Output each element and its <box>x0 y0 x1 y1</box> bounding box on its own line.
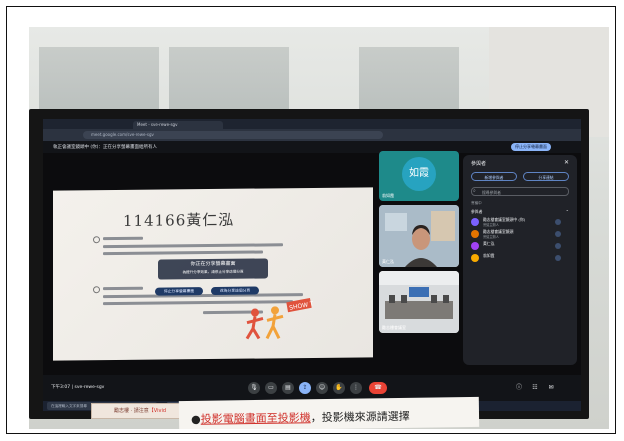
participant-role: 會議主辦人 <box>483 235 499 239</box>
avatar <box>471 230 479 238</box>
mic-icon <box>555 231 561 237</box>
mic-icon <box>555 243 561 249</box>
raise-hand-icon[interactable]: ✋ <box>333 382 345 394</box>
instruction-highlight: 投影電腦畫面至投影機 <box>200 411 311 426</box>
present-icon[interactable]: ⇪ <box>299 382 311 394</box>
runners-illustration: SHOW TIME <box>245 297 313 340</box>
participant-name: 翁如霞 <box>483 253 495 258</box>
instruction-text: ●投影電腦畫面至投影機，投影機來源請選擇 <box>191 408 410 427</box>
meet-status-text: 執正會議室鏡頭中 (你)：正在分享螢幕畫面給所有人 <box>53 145 157 150</box>
label-sticker: 勵志樓 · 請注意【Vivid <box>91 403 189 419</box>
meeting-controls: 下午3:07 | sve-rewe-sgv 🎙 ▭ ▤ ⇪ ☺ ✋ ⋮ ☎ ⓘ … <box>43 375 581 401</box>
camera-icon[interactable]: ▭ <box>265 382 277 394</box>
participant-tile[interactable]: 如霞 翁如霞 <box>379 151 459 201</box>
sharing-notice: 你正在分享螢幕畫面 為提升分享效果，請停止分享這個分頁 <box>158 258 268 280</box>
instruction-sign: ●投影電腦畫面至投影機，投影機來源請選擇 <box>178 396 480 429</box>
tile-name: 勵志樓會議室 <box>382 325 406 330</box>
instruction-rest: ，投影機來源請選擇 <box>310 409 410 425</box>
search-participants-input[interactable]: 搜尋參與者 <box>471 187 569 196</box>
participant-row[interactable]: 勵志樓會議室鏡頭中 (你) 會議主辦人 <box>471 217 569 227</box>
participant-role: 會議主辦人 <box>483 223 499 227</box>
info-icon[interactable]: ⓘ <box>513 382 525 394</box>
slide-title: 114166黃仁泓 <box>123 210 235 230</box>
stop-share-pill[interactable]: 停止分享螢幕畫面 <box>155 287 203 296</box>
chevron-up-icon[interactable]: ⌃ <box>566 209 569 214</box>
section-label: 會議中 <box>471 201 482 205</box>
photo-frame: Meet - sve-rewe-sgv meet.google.com/sve-… <box>6 6 616 434</box>
slide-text-line <box>103 243 283 249</box>
end-call-icon[interactable]: ☎ <box>369 382 387 394</box>
share-link-button[interactable]: 分享連結 <box>523 172 569 181</box>
avatar <box>471 242 479 250</box>
slide-text-line <box>103 250 263 256</box>
participants-panel: 參與者 ✕ 新增參與者 分享連結 搜尋參與者 ⌕ 會議中 參與者 ⌃ 勵志樓會議… <box>463 155 577 365</box>
bullet-icon <box>93 286 100 294</box>
room-video <box>379 271 459 333</box>
captions-icon[interactable]: ▤ <box>282 382 294 394</box>
slide-text-line <box>103 286 143 291</box>
people-icon[interactable]: ☷ <box>529 382 541 394</box>
sharing-notice-hint: 為提升分享效果，請停止分享這個分頁 <box>182 269 244 275</box>
chat-icon[interactable]: ✉ <box>545 382 557 394</box>
emoji-icon[interactable]: ☺ <box>316 382 328 394</box>
add-people-button[interactable]: 新增參與者 <box>471 172 517 181</box>
avatar <box>471 254 479 262</box>
browser-toolbar: Meet - sve-rewe-sgv meet.google.com/sve-… <box>43 119 581 141</box>
participant-tile[interactable]: 勵志樓會議室 <box>379 271 459 333</box>
participant-tile[interactable]: 黃仁泓 <box>379 205 459 267</box>
shared-slide: 114166黃仁泓 你正在分享螢幕畫面 為提升分享效果，請停止分享這個分頁 停止… <box>53 187 373 361</box>
tv-screen: Meet - sve-rewe-sgv meet.google.com/sve-… <box>43 119 581 401</box>
close-icon[interactable]: ✕ <box>564 159 569 166</box>
participant-row[interactable]: 翁如霞 <box>471 253 569 263</box>
tile-name: 黃仁泓 <box>382 259 394 264</box>
stop-sharing-button[interactable]: 停止分享螢幕畫面 <box>511 143 551 151</box>
bullet-icon: ● <box>190 412 201 426</box>
photograph: Meet - sve-rewe-sgv meet.google.com/sve-… <box>29 27 609 429</box>
avatar <box>471 218 479 226</box>
participant-row[interactable]: 勵志樓會議室鏡頭 會議主辦人 <box>471 229 569 239</box>
search-icon: ⌕ <box>473 188 476 194</box>
mic-icon <box>555 219 561 225</box>
tv-monitor: Meet - sve-rewe-sgv meet.google.com/sve-… <box>29 109 589 419</box>
avatar: 如霞 <box>402 157 436 191</box>
meeting-code: 下午3:07 | sve-rewe-sgv <box>51 385 105 390</box>
participant-video <box>379 205 459 267</box>
tab-strip: Meet - sve-rewe-sgv <box>43 119 581 129</box>
bullet-icon <box>93 236 100 244</box>
sticker-text: 志樓 · 請注意 <box>119 408 149 414</box>
panel-title: 參與者 <box>471 161 487 167</box>
browser-tab[interactable]: Meet - sve-rewe-sgv <box>133 121 223 129</box>
more-icon[interactable]: ⋮ <box>350 382 362 394</box>
tile-name: 翁如霞 <box>382 193 394 198</box>
sticker-highlight: 【Vivid <box>148 408 167 414</box>
participant-name: 黃仁泓 <box>483 241 495 246</box>
participant-row[interactable]: 黃仁泓 <box>471 241 569 251</box>
slide-text-line <box>103 236 143 241</box>
address-bar[interactable]: meet.google.com/sve-rewe-sgv <box>83 131 383 139</box>
group-label: 參與者 <box>471 209 483 214</box>
share-tab-pill[interactable]: 改為分享這個分頁 <box>211 286 259 296</box>
mic-icon <box>555 255 561 261</box>
mic-icon[interactable]: 🎙 <box>248 382 260 394</box>
meet-header: 執正會議室鏡頭中 (你)：正在分享螢幕畫面給所有人 <box>43 141 581 153</box>
